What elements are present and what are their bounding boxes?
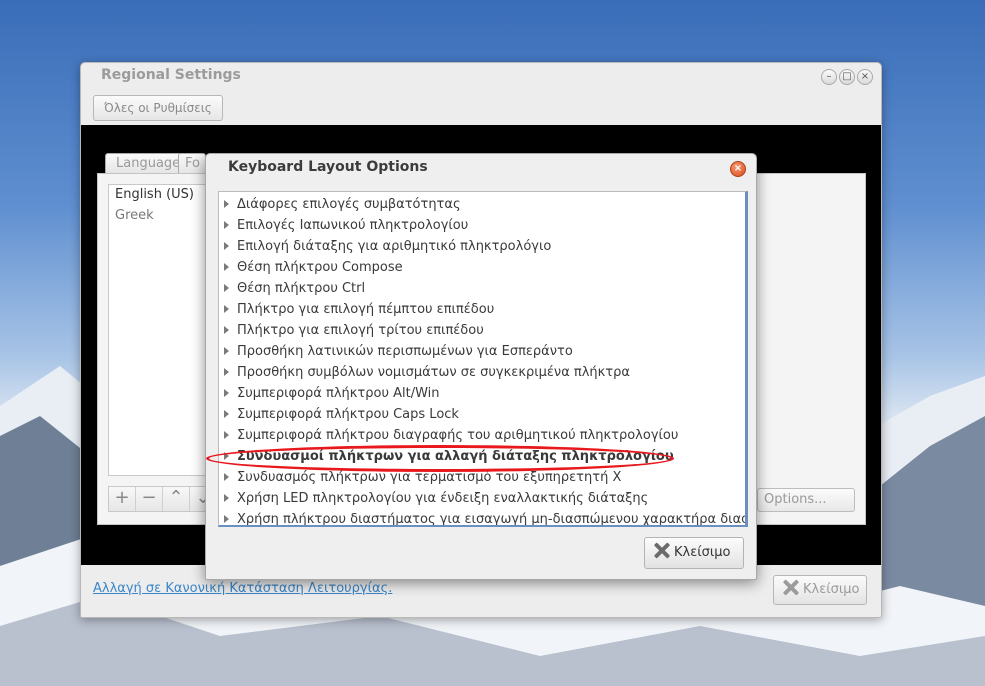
tree-item[interactable]: Πλήκτρο για επιλογή τρίτου επιπέδου xyxy=(219,320,745,341)
tree-item[interactable]: Πλήκτρο για επιλογή πέμπτου επιπέδου xyxy=(219,299,745,320)
tree-item[interactable]: Συμπεριφορά πλήκτρου διαγραφής του αριθμ… xyxy=(219,425,745,446)
expander-arrow-icon[interactable] xyxy=(224,263,229,271)
expander-arrow-icon[interactable] xyxy=(224,326,229,334)
expander-arrow-icon[interactable] xyxy=(224,473,229,481)
tree-item[interactable]: Διάφορες επιλογές συμβατότητας xyxy=(219,194,745,215)
tree-item-label: Χρήση LED πληκτρολογίου για ένδειξη εναλ… xyxy=(237,491,649,506)
tree-item[interactable]: Συμπεριφορά πλήκτρου Caps Lock xyxy=(219,404,745,425)
tree-item-label: Διάφορες επιλογές συμβατότητας xyxy=(237,197,461,212)
dialog-title: Keyboard Layout Options xyxy=(228,159,428,175)
close-icon xyxy=(782,579,799,596)
tree-item-label: Επιλογή διάταξης για αριθμητικό πληκτρολ… xyxy=(237,239,552,254)
tree-item-label: Προσθήκη συμβόλων νομισμάτων σε συγκεκρι… xyxy=(237,365,630,380)
close-window-button[interactable]: × xyxy=(857,69,873,85)
tree-item[interactable]: Συμπεριφορά πλήκτρου Alt/Win xyxy=(219,383,745,404)
tree-item-label: Επιλογές Ιαπωνικού πληκτρολογίου xyxy=(237,218,469,233)
keyboard-layout-options-dialog: Keyboard Layout Options × Διάφορες επιλο… xyxy=(205,153,757,580)
tree-item[interactable]: Θέση πλήκτρου Compose xyxy=(219,257,745,278)
language-item-english[interactable]: English (US) xyxy=(109,185,219,205)
tree-item[interactable]: Προσθήκη λατινικών περισπωμένων για Εσπε… xyxy=(219,341,745,362)
language-list-toolbar: + − ⌃ ⌄ xyxy=(108,486,220,512)
expander-arrow-icon[interactable] xyxy=(224,515,229,523)
expander-arrow-icon[interactable] xyxy=(224,410,229,418)
expander-arrow-icon[interactable] xyxy=(224,431,229,439)
all-settings-button[interactable]: Όλες οι Ρυθμίσεις xyxy=(93,95,223,121)
tree-item-label: Συμπεριφορά πλήκτρου διαγραφής του αριθμ… xyxy=(237,428,679,443)
options-tree[interactable]: Διάφορες επιλογές συμβατότητας Επιλογές … xyxy=(218,191,748,527)
tree-item[interactable]: Θέση πλήκτρου Ctrl xyxy=(219,278,745,299)
options-button[interactable]: Options... xyxy=(757,488,855,512)
change-mode-link[interactable]: Αλλαγή σε Κανονική Κατάσταση Λειτουργίας… xyxy=(93,581,392,596)
close-icon xyxy=(653,542,670,559)
expander-arrow-icon[interactable] xyxy=(224,305,229,313)
tab-formats[interactable]: Fo xyxy=(178,153,206,174)
tree-item[interactable]: Προσθήκη συμβόλων νομισμάτων σε συγκεκρι… xyxy=(219,362,745,383)
move-up-button[interactable]: ⌃ xyxy=(163,487,190,511)
tree-item-label: Πλήκτρο για επιλογή πέμπτου επιπέδου xyxy=(237,302,495,317)
tree-item[interactable]: Επιλογές Ιαπωνικού πληκτρολογίου xyxy=(219,215,745,236)
tree-item-label: Συνδυασμός πλήκτρων για τερματισμό του ε… xyxy=(237,470,622,485)
tree-item-label: Συμπεριφορά πλήκτρου Alt/Win xyxy=(237,386,440,401)
tree-item-label: Θέση πλήκτρου Ctrl xyxy=(237,281,366,296)
expander-arrow-icon[interactable] xyxy=(224,200,229,208)
tree-item[interactable]: Χρήση LED πληκτρολογίου για ένδειξη εναλ… xyxy=(219,488,745,509)
expander-arrow-icon[interactable] xyxy=(224,347,229,355)
tree-item-label: Θέση πλήκτρου Compose xyxy=(237,260,403,275)
expander-arrow-icon[interactable] xyxy=(224,452,229,460)
tree-item[interactable]: Χρήση πλήκτρου διαστήματος για εισαγωγή … xyxy=(219,509,745,527)
expander-arrow-icon[interactable] xyxy=(224,242,229,250)
tree-item-highlighted[interactable]: Συνδυασμοί πλήκτρων για αλλαγή διάταξης … xyxy=(219,446,745,467)
tree-item-label: Συνδυασμοί πλήκτρων για αλλαγή διάταξης … xyxy=(237,449,674,464)
expander-arrow-icon[interactable] xyxy=(224,389,229,397)
tree-item-label: Χρήση πλήκτρου διαστήματος για εισαγωγή … xyxy=(237,512,745,527)
regional-close-button[interactable]: Κλείσιμο xyxy=(773,575,867,605)
dialog-close-icon[interactable]: × xyxy=(730,161,746,177)
remove-language-button[interactable]: − xyxy=(136,487,163,511)
tree-item-label: Συμπεριφορά πλήκτρου Caps Lock xyxy=(237,407,459,422)
tree-item-label: Πλήκτρο για επιλογή τρίτου επιπέδου xyxy=(237,323,484,338)
minimize-button[interactable]: – xyxy=(821,69,837,85)
expander-arrow-icon[interactable] xyxy=(224,284,229,292)
window-title: Regional Settings xyxy=(101,67,241,83)
tree-item[interactable]: Συνδυασμός πλήκτρων για τερματισμό του ε… xyxy=(219,467,745,488)
expander-arrow-icon[interactable] xyxy=(224,494,229,502)
tree-item-label: Προσθήκη λατινικών περισπωμένων για Εσπε… xyxy=(237,344,573,359)
regional-close-label: Κλείσιμο xyxy=(803,582,860,597)
maximize-button[interactable]: □ xyxy=(839,69,855,85)
expander-arrow-icon[interactable] xyxy=(224,368,229,376)
add-language-button[interactable]: + xyxy=(109,487,136,511)
language-item-greek[interactable]: Greek xyxy=(109,206,219,226)
expander-arrow-icon[interactable] xyxy=(224,221,229,229)
language-list[interactable]: English (US) Greek xyxy=(108,184,220,476)
regional-settings-titlebar[interactable]: Regional Settings – □ × xyxy=(81,63,881,91)
dialog-close-label: Κλείσιμο xyxy=(674,545,731,560)
dialog-close-button[interactable]: Κλείσιμο xyxy=(644,537,744,569)
tree-item[interactable]: Επιλογή διάταξης για αριθμητικό πληκτρολ… xyxy=(219,236,745,257)
